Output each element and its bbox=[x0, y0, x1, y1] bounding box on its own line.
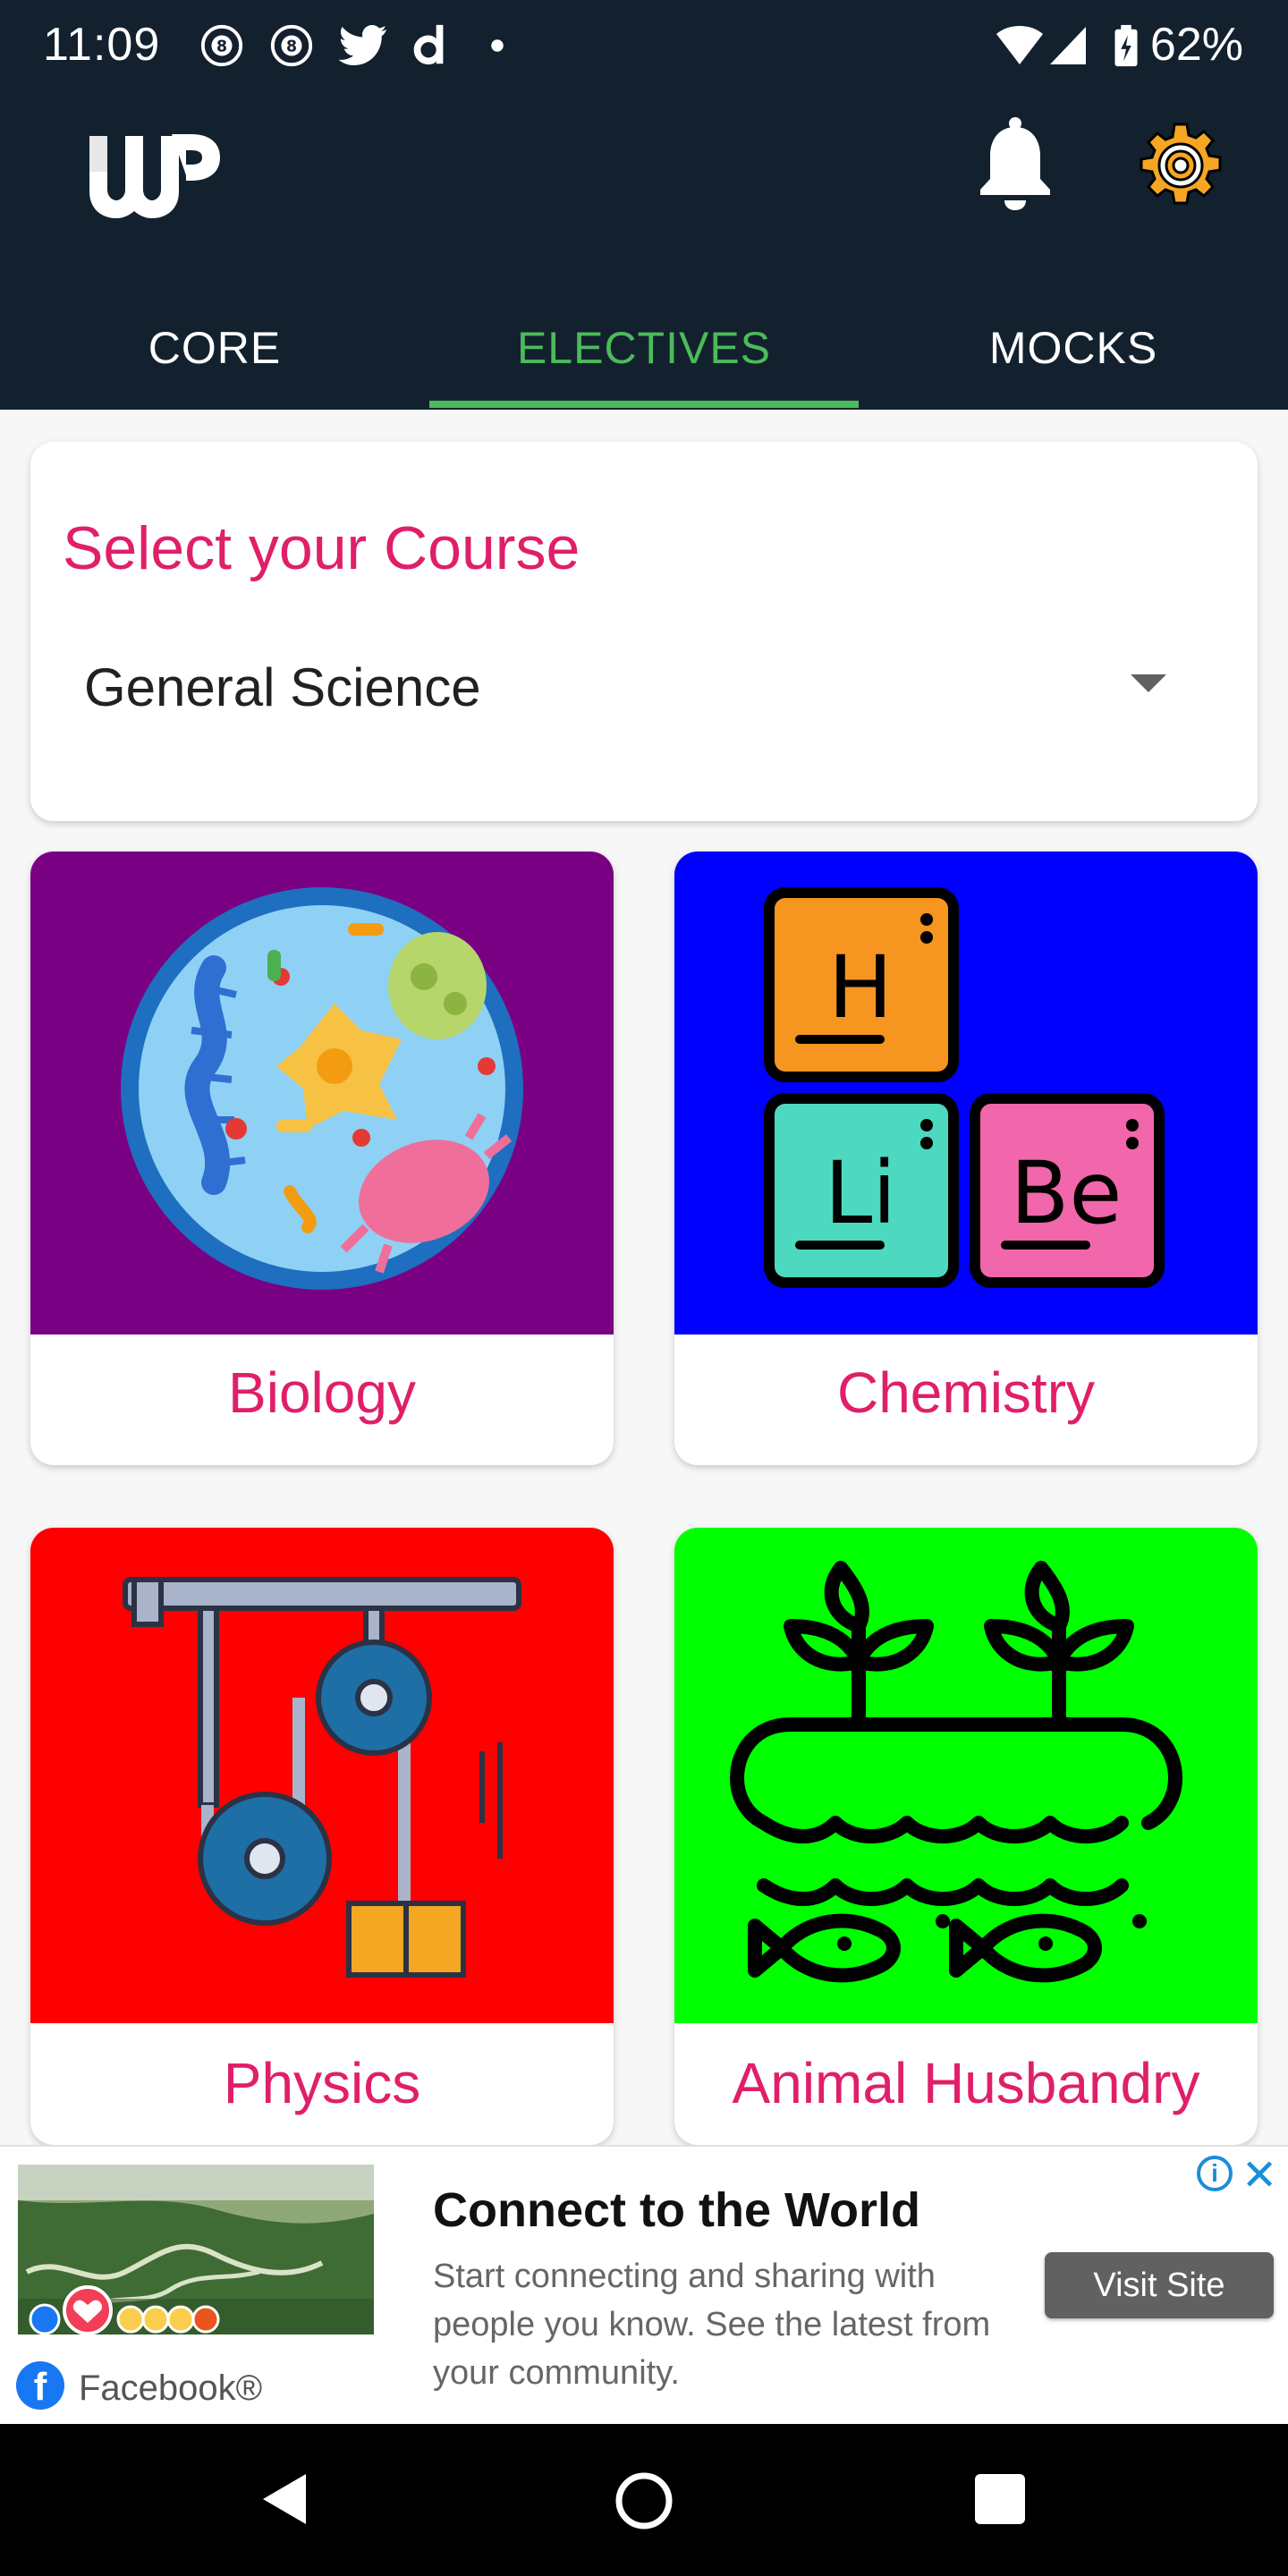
course-dropdown[interactable]: General Science bbox=[84, 630, 1202, 737]
subject-card-biology[interactable]: Biology bbox=[30, 852, 614, 1465]
home-icon[interactable] bbox=[614, 2470, 674, 2531]
app-header: 11:09 8 8 62% CORE ELECTIVES MOCKS bbox=[0, 0, 1288, 410]
gear-icon[interactable] bbox=[1136, 121, 1225, 210]
system-nav-bar bbox=[0, 2424, 1288, 2576]
subject-label: Chemistry bbox=[836, 1360, 1096, 1425]
reactions-icon bbox=[29, 2285, 220, 2335]
back-icon[interactable] bbox=[259, 2470, 309, 2528]
signal-icon bbox=[1050, 27, 1086, 64]
8ball-icon: 8 bbox=[200, 24, 243, 67]
tab-mocks[interactable]: MOCKS bbox=[859, 286, 1288, 410]
ad-banner[interactable]: f Facebook® Connect to the World Start c… bbox=[0, 2145, 1288, 2424]
plants-fish-icon bbox=[674, 1528, 1258, 2023]
periodic-table-icon: H Li Be bbox=[674, 852, 1258, 1335]
course-dropdown-value: General Science bbox=[84, 657, 481, 717]
wifi-icon bbox=[996, 26, 1043, 64]
subject-label: Biology bbox=[228, 1360, 416, 1425]
status-time: 11:09 bbox=[43, 19, 161, 71]
ad-description: Start connecting and sharing with people… bbox=[433, 2258, 991, 2392]
svg-text:Be: Be bbox=[1011, 1143, 1123, 1243]
bell-icon[interactable] bbox=[975, 116, 1055, 210]
svg-text:8: 8 bbox=[286, 38, 297, 56]
recents-icon[interactable] bbox=[975, 2474, 1025, 2524]
svg-text:H: H bbox=[828, 937, 893, 1038]
tab-bar: CORE ELECTIVES MOCKS bbox=[0, 286, 1288, 410]
course-title: Select your Course bbox=[63, 514, 580, 582]
pulley-icon bbox=[30, 1528, 614, 2023]
battery-icon bbox=[1114, 24, 1138, 67]
subject-card-animal-husbandry[interactable]: Animal Husbandry bbox=[674, 1528, 1258, 2145]
cell-icon bbox=[30, 852, 614, 1335]
ad-title[interactable]: Connect to the World bbox=[433, 2182, 920, 2238]
subject-card-chemistry[interactable]: H Li Be Chemistry bbox=[674, 852, 1258, 1465]
subject-label: Physics bbox=[223, 2051, 421, 2115]
dailymotion-icon bbox=[413, 24, 444, 65]
tab-electives[interactable]: ELECTIVES bbox=[429, 286, 859, 410]
twitter-icon bbox=[338, 25, 386, 65]
8ball-icon: 8 bbox=[270, 24, 313, 67]
wp-logo-icon[interactable] bbox=[88, 125, 222, 219]
subject-label: Animal Husbandry bbox=[732, 2051, 1200, 2115]
dot-icon bbox=[491, 39, 504, 52]
facebook-icon: f bbox=[16, 2361, 64, 2410]
svg-text:8: 8 bbox=[216, 38, 227, 56]
svg-text:Li: Li bbox=[825, 1143, 896, 1243]
chevron-down-icon bbox=[1131, 674, 1166, 692]
ad-source: Facebook® bbox=[79, 2368, 263, 2408]
visit-site-button[interactable]: Visit Site bbox=[1045, 2252, 1274, 2318]
battery-percentage: 62% bbox=[1149, 19, 1243, 71]
ad-info-icon[interactable]: i bbox=[1197, 2156, 1233, 2191]
course-card: Select your Course General Science bbox=[30, 442, 1258, 821]
tab-core[interactable]: CORE bbox=[0, 286, 429, 410]
active-tab-indicator bbox=[429, 401, 859, 408]
subject-card-physics[interactable]: Physics bbox=[30, 1528, 614, 2145]
status-bar: 11:09 8 8 62% bbox=[0, 0, 1288, 89]
close-icon[interactable]: ✕ bbox=[1241, 2150, 1277, 2200]
